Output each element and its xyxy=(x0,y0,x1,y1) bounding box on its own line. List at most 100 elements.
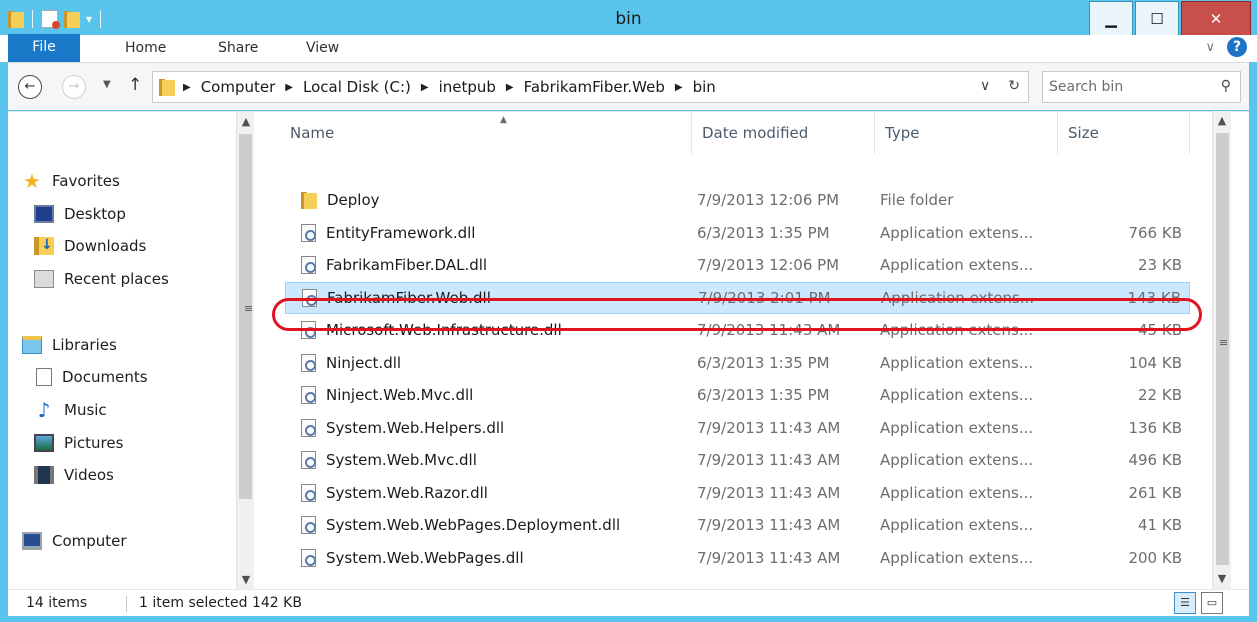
nav-downloads[interactable]: Downloads xyxy=(34,234,146,258)
list-scroll-thumb[interactable]: ≡ xyxy=(1216,133,1229,565)
close-button[interactable]: ✕ xyxy=(1181,1,1251,36)
file-name-cell: System.Web.WebPages.dll xyxy=(301,548,524,567)
tab-view[interactable]: View xyxy=(306,35,339,62)
breadcrumb-fabrikamfiber-web[interactable]: FabrikamFiber.Web xyxy=(524,78,665,96)
table-row[interactable]: System.Web.WebPages.dll 7/9/2013 11:43 AM… xyxy=(285,542,1190,574)
file-type: Application extens... xyxy=(880,548,1034,567)
file-type: Application extens... xyxy=(880,256,1034,274)
back-button[interactable]: ← xyxy=(18,75,42,99)
list-scrollbar[interactable]: ▲ ≡ ▼ xyxy=(1212,111,1231,589)
breadcrumb-arrow-icon[interactable]: ▶ xyxy=(506,82,514,93)
nav-documents[interactable]: Documents xyxy=(34,365,148,389)
window-controls: ▁ ☐ ✕ xyxy=(1089,1,1251,36)
dll-icon xyxy=(301,548,316,567)
minimize-button[interactable]: ▁ xyxy=(1089,1,1133,36)
dll-icon xyxy=(301,516,316,534)
table-row[interactable]: FabrikamFiber.DAL.dll 7/9/2013 12:06 PM Ap… xyxy=(285,249,1190,281)
nav-videos[interactable]: Videos xyxy=(34,463,114,487)
column-header-name[interactable]: Name ▲ xyxy=(280,112,692,154)
nav-desktop[interactable]: Desktop xyxy=(34,202,126,226)
table-row[interactable]: System.Web.Mvc.dll 7/9/2013 11:43 AM Appli… xyxy=(285,444,1190,476)
file-name: FabrikamFiber.DAL.dll xyxy=(326,256,488,274)
file-date: 6/3/2013 1:35 PM xyxy=(697,386,830,404)
table-row[interactable]: Ninject.Web.Mvc.dll 6/3/2013 1:35 PM Appli… xyxy=(285,379,1190,411)
breadcrumb-arrow-icon[interactable]: ▶ xyxy=(675,82,683,93)
nav-scrollbar[interactable]: ▲ ≡ ▼ xyxy=(236,112,254,590)
scroll-up-icon[interactable]: ▲ xyxy=(237,112,255,132)
file-size: 41 KB xyxy=(1138,516,1182,534)
search-input[interactable] xyxy=(1049,76,1209,98)
table-row[interactable]: System.Web.Helpers.dll 7/9/2013 11:43 AM A… xyxy=(285,412,1190,444)
address-bar[interactable]: ▶ Computer ▶ Local Disk (C:) ▶ inetpub ▶… xyxy=(152,71,1029,103)
nav-libraries[interactable]: Libraries xyxy=(22,333,117,357)
pictures-icon xyxy=(34,434,54,452)
scroll-down-icon[interactable]: ▼ xyxy=(237,570,255,590)
properties-icon[interactable] xyxy=(41,10,60,29)
file-name-cell: Deploy xyxy=(301,191,380,209)
table-row[interactable]: EntityFramework.dll 6/3/2013 1:35 PM Appli… xyxy=(285,217,1190,249)
file-name-cell: EntityFramework.dll xyxy=(301,223,475,242)
breadcrumb-inetpub[interactable]: inetpub xyxy=(439,78,496,96)
grip-icon: ≡ xyxy=(1219,336,1229,349)
new-folder-icon[interactable] xyxy=(64,10,80,28)
file-date: 7/9/2013 12:06 PM xyxy=(697,256,840,274)
dll-icon xyxy=(301,451,316,469)
breadcrumb-arrow-icon[interactable]: ▶ xyxy=(421,82,429,93)
forward-button[interactable]: → xyxy=(62,75,86,99)
refresh-icon[interactable]: ↻ xyxy=(1008,78,1020,94)
file-type: Application extens... xyxy=(881,288,1035,307)
table-row[interactable]: Deploy 7/9/2013 12:06 PM File folder xyxy=(285,184,1190,216)
column-header-type[interactable]: Type xyxy=(875,112,1058,154)
nav-pictures[interactable]: Pictures xyxy=(34,431,123,455)
breadcrumb-bin[interactable]: bin xyxy=(693,78,716,96)
file-name: System.Web.Mvc.dll xyxy=(326,451,477,469)
column-header-date[interactable]: Date modified xyxy=(692,112,875,154)
maximize-button[interactable]: ☐ xyxy=(1135,1,1179,36)
table-row[interactable]: FabrikamFiber.Web.dll 7/9/2013 2:01 PM App… xyxy=(285,281,1190,314)
nav-favorites[interactable]: ★ Favorites xyxy=(22,169,120,193)
tab-share[interactable]: Share xyxy=(218,35,258,62)
file-name-cell: System.Web.Mvc.dll xyxy=(301,451,477,469)
sort-ascending-icon: ▲ xyxy=(500,115,507,125)
table-row[interactable]: System.Web.WebPages.Deployment.dll 7/9/20… xyxy=(285,509,1190,541)
file-size: 766 KB xyxy=(1128,223,1182,242)
details-view-button[interactable]: ☰ xyxy=(1174,592,1196,614)
search-icon[interactable]: ⚲ xyxy=(1221,78,1231,94)
column-header-size[interactable]: Size xyxy=(1058,112,1190,154)
libraries-icon xyxy=(22,336,42,354)
expand-ribbon-icon[interactable]: ∨ xyxy=(1205,40,1215,55)
breadcrumb-arrow-icon[interactable]: ▶ xyxy=(285,82,293,93)
folder-icon xyxy=(301,191,317,209)
customize-qat-icon[interactable]: ▾ xyxy=(86,12,92,26)
tab-file[interactable]: File xyxy=(8,34,80,62)
scroll-up-icon[interactable]: ▲ xyxy=(1213,111,1231,131)
file-name-cell: Ninject.dll xyxy=(301,353,401,372)
table-row[interactable]: Microsoft.Web.Infrastructure.dll 7/9/2013… xyxy=(285,314,1190,346)
nav-scroll-thumb[interactable]: ≡ xyxy=(239,134,254,499)
table-row[interactable]: Ninject.dll 6/3/2013 1:35 PM Application e… xyxy=(285,347,1190,379)
grip-icon: ≡ xyxy=(244,302,254,315)
breadcrumb-local-disk[interactable]: Local Disk (C:) xyxy=(303,78,411,96)
file-date: 7/9/2013 11:43 AM xyxy=(697,516,841,534)
dll-icon xyxy=(301,353,316,372)
large-icons-view-button[interactable]: ▭ xyxy=(1201,592,1223,614)
nav-music[interactable]: ♪ Music xyxy=(34,398,107,422)
address-dropdown-icon[interactable]: ∨ xyxy=(980,78,990,94)
documents-icon xyxy=(36,368,52,386)
column-header-type-label: Type xyxy=(885,124,920,142)
recent-locations-icon[interactable]: ▼ xyxy=(103,79,111,90)
nav-recent-places[interactable]: Recent places xyxy=(34,267,169,291)
nav-computer[interactable]: Computer xyxy=(22,529,127,553)
address-toolbar: ← → ▼ ↑ ▶ Computer ▶ Local Disk (C:) ▶ i… xyxy=(8,62,1249,110)
nav-computer-label: Computer xyxy=(52,532,127,550)
column-header-name-label: Name xyxy=(290,124,335,142)
dll-icon xyxy=(301,418,316,437)
up-button[interactable]: ↑ xyxy=(128,75,142,95)
help-icon[interactable]: ? xyxy=(1227,37,1247,57)
scroll-down-icon[interactable]: ▼ xyxy=(1213,569,1231,589)
breadcrumb-arrow-icon[interactable]: ▶ xyxy=(183,82,191,93)
table-row[interactable]: System.Web.Razor.dll 7/9/2013 11:43 AM App… xyxy=(285,477,1190,509)
file-date: 7/9/2013 12:06 PM xyxy=(697,191,840,209)
tab-home[interactable]: Home xyxy=(125,35,166,62)
breadcrumb-computer[interactable]: Computer xyxy=(201,78,276,96)
